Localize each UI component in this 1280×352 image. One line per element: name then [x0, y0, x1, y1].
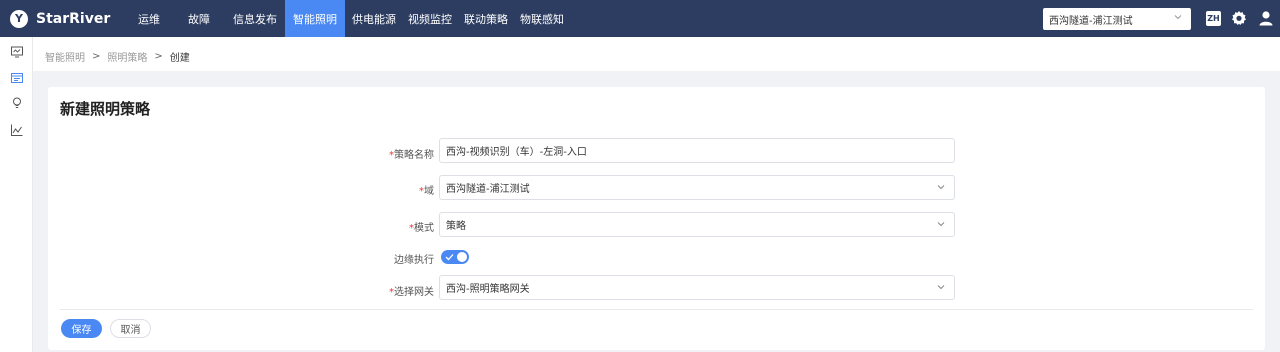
save-button[interactable]: 保存 — [61, 319, 102, 338]
calendar-strategy-icon[interactable] — [10, 71, 24, 85]
language-button[interactable]: ZH — [1206, 11, 1221, 26]
monitor-icon[interactable] — [10, 45, 24, 59]
strategy-form-card: 新建照明策略 *策略名称 西沟-视频识别（车）-左洞-入口 *域 西沟隧道-浦江… — [48, 87, 1265, 350]
nav-item-ops[interactable]: 运维 — [128, 0, 178, 37]
gateway-value: 西沟-照明策略网关 — [446, 284, 530, 295]
nav-item-smart-lighting[interactable]: 智能照明 — [285, 0, 345, 37]
settings-gear-icon[interactable] — [1231, 10, 1247, 26]
brand-name: StarRiver — [36, 10, 111, 27]
breadcrumb-item-strategy[interactable]: 照明策略 — [107, 49, 147, 64]
breadcrumb-separator-icon: > — [92, 51, 101, 62]
mode-value: 策略 — [446, 221, 466, 232]
brand-logo-icon: Y — [10, 9, 28, 28]
domain-field-select[interactable]: 西沟隧道-浦江测试 — [439, 175, 955, 200]
chevron-down-icon — [936, 282, 946, 292]
nav-item-iot-sensing[interactable]: 物联感知 — [514, 0, 570, 37]
nav-item-info-publish[interactable]: 信息发布 — [228, 0, 285, 37]
chevron-down-icon — [936, 219, 946, 229]
check-icon — [445, 250, 454, 267]
name-label: *策略名称 — [389, 150, 434, 161]
breadcrumb-band — [33, 37, 1280, 71]
breadcrumb-item-lighting[interactable]: 智能照明 — [45, 49, 85, 64]
breadcrumb-item-create: 创建 — [169, 53, 190, 64]
breadcrumb: 智能照明 > 照明策略 > 创建 — [45, 49, 190, 64]
chevron-down-icon — [1173, 12, 1183, 25]
gateway-label: *选择网关 — [389, 287, 434, 298]
mode-label: *模式 — [409, 223, 434, 234]
nav-item-linkage-strategy[interactable]: 联动策略 — [458, 0, 514, 37]
domain-select-value: 西沟隧道-浦江测试 — [1049, 15, 1133, 27]
page-title: 新建照明策略 — [60, 100, 151, 118]
brand[interactable]: Y StarRiver — [0, 9, 128, 28]
nav-item-power-energy[interactable]: 供电能源 — [345, 0, 402, 37]
edge-exec-label: 边缘执行 — [394, 255, 434, 266]
nav-item-fault[interactable]: 故障 — [178, 0, 228, 37]
strategy-name-input[interactable]: 西沟-视频识别（车）-左洞-入口 — [439, 138, 955, 163]
chevron-down-icon — [936, 182, 946, 192]
toggle-knob — [457, 252, 467, 262]
form-divider — [60, 309, 1253, 310]
gateway-select[interactable]: 西沟-照明策略网关 — [439, 275, 955, 300]
strategy-name-value: 西沟-视频识别（车）-左洞-入口 — [446, 147, 587, 158]
domain-select[interactable]: 西沟隧道-浦江测试 — [1043, 8, 1191, 30]
cancel-button[interactable]: 取消 — [110, 319, 151, 338]
edge-exec-toggle[interactable] — [441, 250, 469, 264]
main-nav: 运维 故障 信息发布 智能照明 供电能源 视频监控 联动策略 物联感知 — [128, 0, 570, 37]
left-sidebar — [0, 37, 33, 352]
nav-item-video-monitor[interactable]: 视频监控 — [402, 0, 458, 37]
line-chart-icon[interactable] — [10, 123, 24, 137]
top-navbar: Y StarRiver 运维 故障 信息发布 智能照明 供电能源 视频监控 联动… — [0, 0, 1280, 37]
breadcrumb-separator-icon: > — [154, 51, 163, 62]
domain-label: *域 — [419, 186, 434, 197]
light-bulb-icon[interactable] — [10, 96, 24, 110]
user-avatar-icon[interactable] — [1258, 10, 1274, 26]
mode-select[interactable]: 策略 — [439, 212, 955, 237]
domain-field-value: 西沟隧道-浦江测试 — [446, 184, 530, 195]
